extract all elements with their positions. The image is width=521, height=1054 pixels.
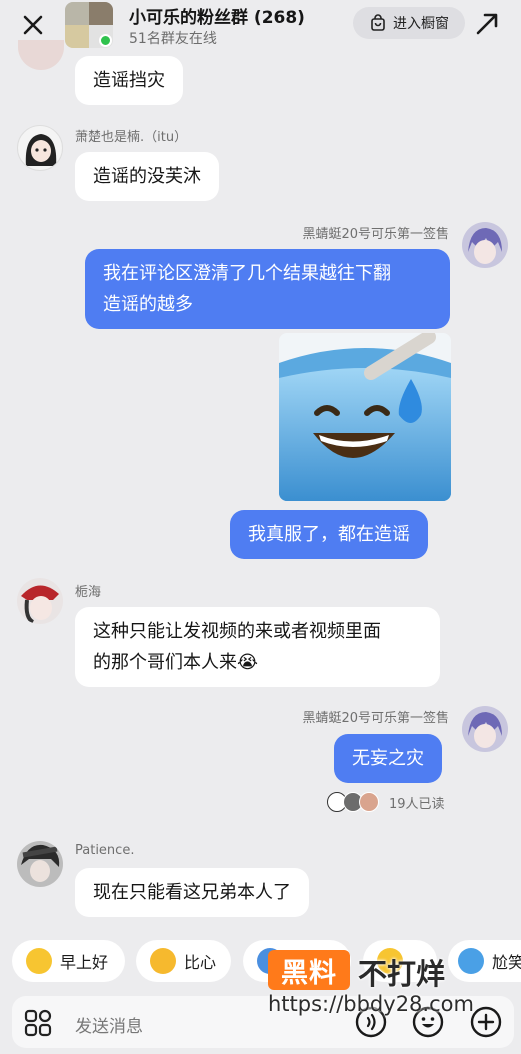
- heart-hands-icon: [150, 948, 176, 974]
- group-title: 小可乐的粉丝群 (268): [129, 8, 305, 28]
- reader-avatars: [327, 792, 383, 812]
- my-avatar[interactable]: [462, 706, 508, 752]
- message-bubble[interactable]: 现在只能看这兄弟本人了: [75, 868, 309, 917]
- message-bubble[interactable]: 我在评论区澄清了几个结果越往下翻 造谣的越多: [85, 249, 450, 329]
- sender-name: 萧楚也是楠.（itu）: [75, 130, 188, 145]
- close-icon[interactable]: [18, 10, 48, 40]
- message-bubble[interactable]: 无妄之灾: [334, 734, 442, 783]
- sender-name: 黑蜻蜓20号可乐第一签售: [302, 227, 449, 242]
- sender-name: 黑蜻蜓20号可乐第一签售: [302, 711, 449, 726]
- message-bubble[interactable]: 造谣挡灾: [75, 56, 183, 105]
- my-avatar[interactable]: [462, 222, 508, 268]
- sun-face-icon: [26, 948, 52, 974]
- quick-reply-label: 比心: [184, 953, 217, 972]
- anime-avatar-icon: [21, 585, 59, 624]
- sender-avatar[interactable]: [17, 841, 63, 887]
- apps-grid-icon[interactable]: [24, 1009, 52, 1037]
- sender-avatar[interactable]: [17, 578, 63, 624]
- quick-reply-label: 早上好: [60, 953, 109, 972]
- chat-header: 小可乐的粉丝群 (268) 51名群友在线 进入橱窗: [0, 0, 521, 50]
- quick-reply-heart[interactable]: 比心: [136, 940, 231, 982]
- sender-name: 栀海: [75, 585, 102, 600]
- anime-avatar-icon: [468, 712, 502, 748]
- message-line: 这种只能让发视频的来或者视频里面: [93, 621, 381, 642]
- anime-avatar-icon: [468, 228, 502, 264]
- read-count: 19人已读: [389, 796, 445, 812]
- watermark-text: 不打烊: [358, 957, 446, 991]
- quick-reply-good-morning[interactable]: 早上好: [12, 940, 125, 982]
- message-bubble[interactable]: 造谣的没芙沐: [75, 152, 219, 201]
- online-count: 51名群友在线: [129, 31, 217, 47]
- girl-avatar-icon: [25, 134, 57, 166]
- sender-avatar[interactable]: [17, 125, 63, 171]
- sender-name: Patience.: [75, 843, 135, 858]
- shopping-bag-icon: [371, 14, 385, 31]
- message-bubble[interactable]: 这种只能让发视频的来或者视频里面 的那个哥们本人来😭: [75, 607, 440, 687]
- sweating-smile-emoji-sticker[interactable]: [279, 333, 451, 501]
- sweat-smile-icon: [279, 333, 451, 501]
- expand-icon[interactable]: [472, 9, 502, 39]
- enter-showcase-button[interactable]: 进入橱窗: [353, 7, 465, 39]
- read-receipt[interactable]: 19人已读: [327, 792, 445, 812]
- message-line: 我在评论区澄清了几个结果越往下翻: [103, 263, 391, 284]
- watermark-url: https://bbdy28.com: [268, 992, 474, 1016]
- group-avatar[interactable]: [65, 2, 113, 48]
- sender-avatar[interactable]: [18, 40, 64, 70]
- anime-avatar-icon: [21, 844, 60, 882]
- enter-showcase-label: 进入橱窗: [393, 16, 449, 32]
- watermark-logo: 黑料: [268, 950, 350, 990]
- message-bubble[interactable]: 我真服了，都在造谣: [230, 510, 428, 559]
- watermark: 黑料 不打烊 https://bbdy28.com: [268, 950, 508, 1022]
- online-status-dot: [99, 34, 112, 47]
- message-line: 的那个哥们本人来😭: [93, 652, 259, 673]
- message-input[interactable]: 发送消息: [75, 1012, 143, 1037]
- message-line: 造谣的越多: [103, 294, 193, 315]
